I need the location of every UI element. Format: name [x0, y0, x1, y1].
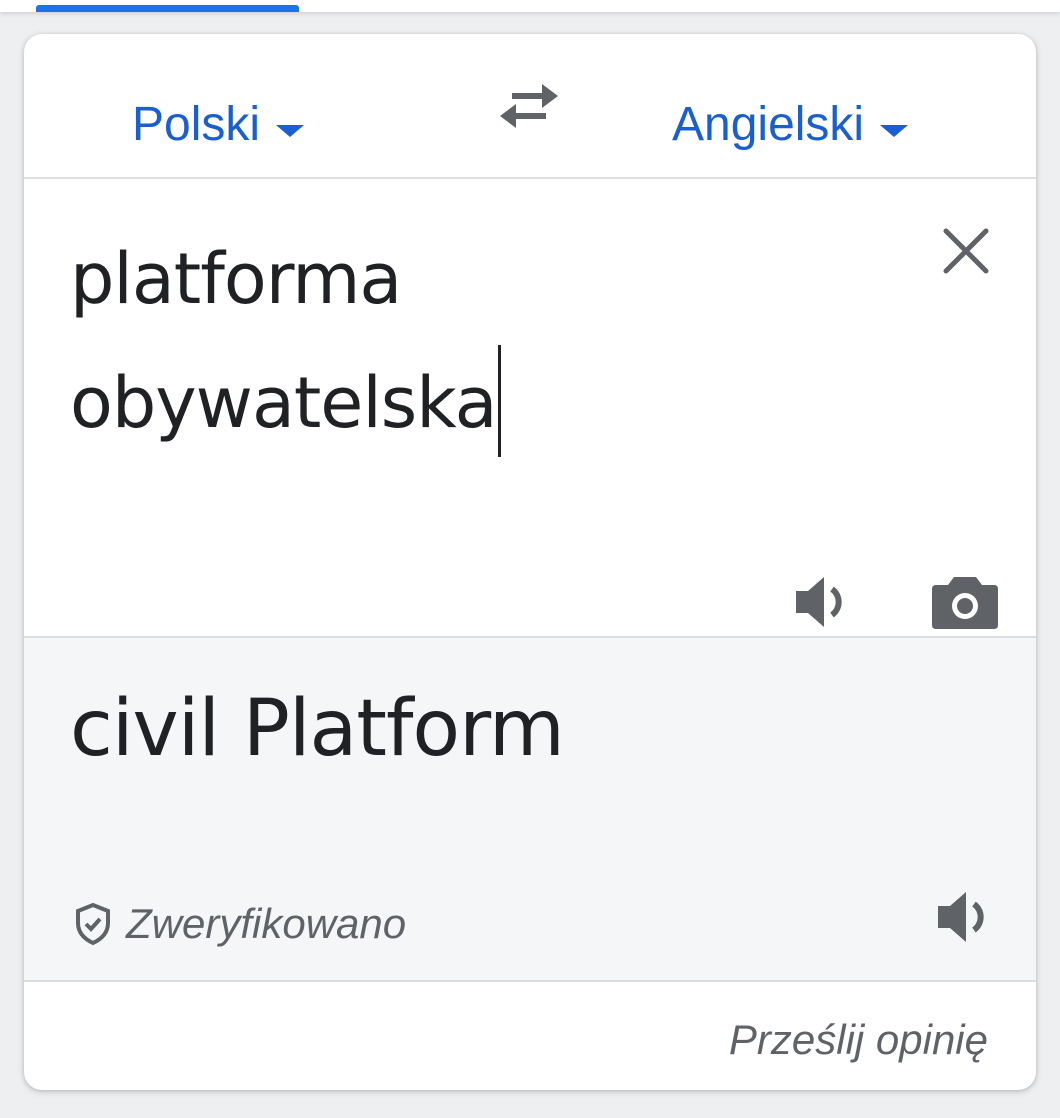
text-cursor — [498, 345, 502, 457]
swap-arrows-icon — [500, 84, 558, 128]
source-input-area[interactable]: platforma obywatelska — [24, 179, 1036, 636]
chevron-down-icon — [880, 125, 909, 137]
source-text-line1: platforma — [70, 238, 402, 320]
target-language-button[interactable]: Angielski — [672, 94, 909, 154]
send-feedback-link[interactable]: Prześlij opinię — [729, 1016, 988, 1064]
speaker-icon — [938, 892, 984, 942]
listen-source-button[interactable] — [790, 569, 856, 635]
source-language-label: Polski — [132, 97, 261, 151]
camera-icon — [932, 577, 998, 629]
clear-input-button[interactable] — [934, 219, 998, 283]
verified-badge: Zweryfikowano — [74, 900, 406, 948]
chevron-down-icon — [276, 125, 305, 137]
listen-translation-button[interactable] — [932, 884, 998, 950]
translate-card: Polski Angielski platforma obywatelska c… — [24, 34, 1036, 1090]
active-tab-indicator — [36, 5, 299, 12]
footer-divider — [24, 980, 1036, 982]
top-tab-bar — [0, 0, 1060, 12]
source-text-input[interactable]: platforma obywatelska — [70, 217, 890, 465]
camera-button[interactable] — [930, 565, 1000, 635]
swap-languages-button[interactable] — [494, 78, 564, 138]
speaker-icon — [796, 577, 842, 627]
source-language-button[interactable]: Polski — [132, 94, 305, 154]
translation-text: civil Platform — [70, 684, 565, 774]
translation-result-area: civil Platform Zweryfikowano — [24, 638, 1036, 980]
source-text-line2: obywatelska — [70, 362, 497, 444]
close-icon — [943, 228, 989, 274]
language-bar: Polski Angielski — [24, 34, 1036, 179]
verified-label: Zweryfikowano — [126, 900, 407, 947]
shield-check-icon — [76, 902, 110, 946]
target-language-label: Angielski — [672, 97, 865, 151]
